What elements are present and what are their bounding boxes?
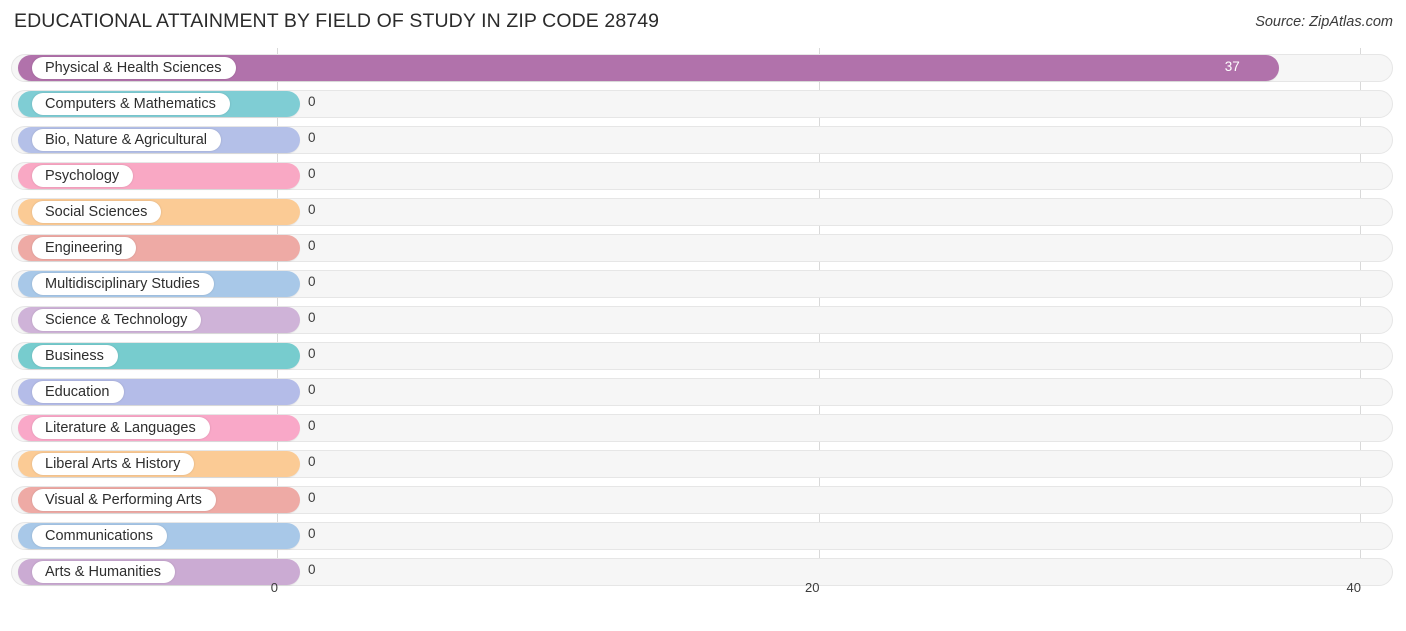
category-label: Literature & Languages [45, 419, 196, 436]
value-label: 0 [308, 130, 316, 145]
category-label-pill: Physical & Health Sciences [32, 57, 236, 79]
category-label-pill: Communications [32, 525, 167, 547]
bar-row[interactable]: Science & Technology 0 [0, 302, 1406, 338]
bar-row[interactable]: Multidisciplinary Studies 0 [0, 266, 1406, 302]
bar-row[interactable]: Physical & Health Sciences 37 [0, 50, 1406, 86]
category-label-pill: Literature & Languages [32, 417, 210, 439]
x-axis: 0 20 40 [0, 577, 1406, 601]
category-label: Education [45, 383, 110, 400]
category-label: Visual & Performing Arts [45, 491, 202, 508]
source-attribution: Source: ZipAtlas.com [1255, 14, 1393, 30]
bar-rows: Physical & Health Sciences 37 Computers & … [0, 50, 1406, 590]
category-label: Liberal Arts & History [45, 455, 181, 472]
value-label: 0 [308, 346, 316, 361]
chart-plot-area: Physical & Health Sciences 37 Computers & … [0, 48, 1406, 601]
value-label: 0 [308, 238, 316, 253]
bar-row[interactable]: Communications 0 [0, 518, 1406, 554]
value-label: 0 [308, 418, 316, 433]
category-label-pill: Bio, Nature & Agricultural [32, 129, 221, 151]
category-label: Science & Technology [45, 311, 188, 328]
bar-row[interactable]: Computers & Mathematics 0 [0, 86, 1406, 122]
value-label: 37 [1224, 59, 1240, 74]
bar-row[interactable]: Engineering 0 [0, 230, 1406, 266]
bar-row[interactable]: Literature & Languages 0 [0, 410, 1406, 446]
category-label: Bio, Nature & Agricultural [45, 131, 207, 148]
category-label-pill: Psychology [32, 165, 134, 187]
page-title: EDUCATIONAL ATTAINMENT BY FIELD OF STUDY… [14, 10, 660, 32]
bar-row[interactable]: Social Sciences 0 [0, 194, 1406, 230]
category-label: Physical & Health Sciences [45, 59, 222, 76]
category-label-pill: Business [32, 345, 118, 367]
value-label: 0 [308, 274, 316, 289]
bar-row[interactable]: Visual & Performing Arts 0 [0, 482, 1406, 518]
value-label: 0 [308, 526, 316, 541]
value-label: 0 [308, 562, 316, 577]
value-label: 0 [308, 490, 316, 505]
value-label: 0 [308, 382, 316, 397]
category-label-pill: Liberal Arts & History [32, 453, 195, 475]
category-label-pill: Social Sciences [32, 201, 162, 223]
category-label: Engineering [45, 239, 123, 256]
category-label-pill: Science & Technology [32, 309, 202, 331]
category-label-pill: Computers & Mathematics [32, 93, 230, 115]
category-label-pill: Education [32, 381, 124, 403]
value-label: 0 [308, 166, 316, 181]
x-tick-label: 20 [805, 580, 820, 595]
category-label: Computers & Mathematics [45, 95, 216, 112]
category-label: Multidisciplinary Studies [45, 275, 200, 292]
x-tick-label: 0 [270, 580, 278, 595]
bar-row[interactable]: Bio, Nature & Agricultural 0 [0, 122, 1406, 158]
category-label-pill: Visual & Performing Arts [32, 489, 216, 511]
value-label: 0 [308, 94, 316, 109]
value-label: 0 [308, 454, 316, 469]
category-label: Social Sciences [45, 203, 148, 220]
value-label: 0 [308, 310, 316, 325]
chart-page: EDUCATIONAL ATTAINMENT BY FIELD OF STUDY… [0, 0, 1406, 631]
bar-row[interactable]: Business 0 [0, 338, 1406, 374]
chart-header: EDUCATIONAL ATTAINMENT BY FIELD OF STUDY… [0, 0, 1406, 48]
x-tick-label: 40 [1346, 580, 1361, 595]
bar-row[interactable]: Education 0 [0, 374, 1406, 410]
bar-row[interactable]: Psychology 0 [0, 158, 1406, 194]
bar-row[interactable]: Liberal Arts & History 0 [0, 446, 1406, 482]
category-label-pill: Multidisciplinary Studies [32, 273, 214, 295]
category-label: Business [45, 347, 104, 364]
value-label: 0 [308, 202, 316, 217]
category-label: Communications [45, 527, 153, 544]
category-label: Psychology [45, 167, 120, 184]
category-label-pill: Engineering [32, 237, 137, 259]
